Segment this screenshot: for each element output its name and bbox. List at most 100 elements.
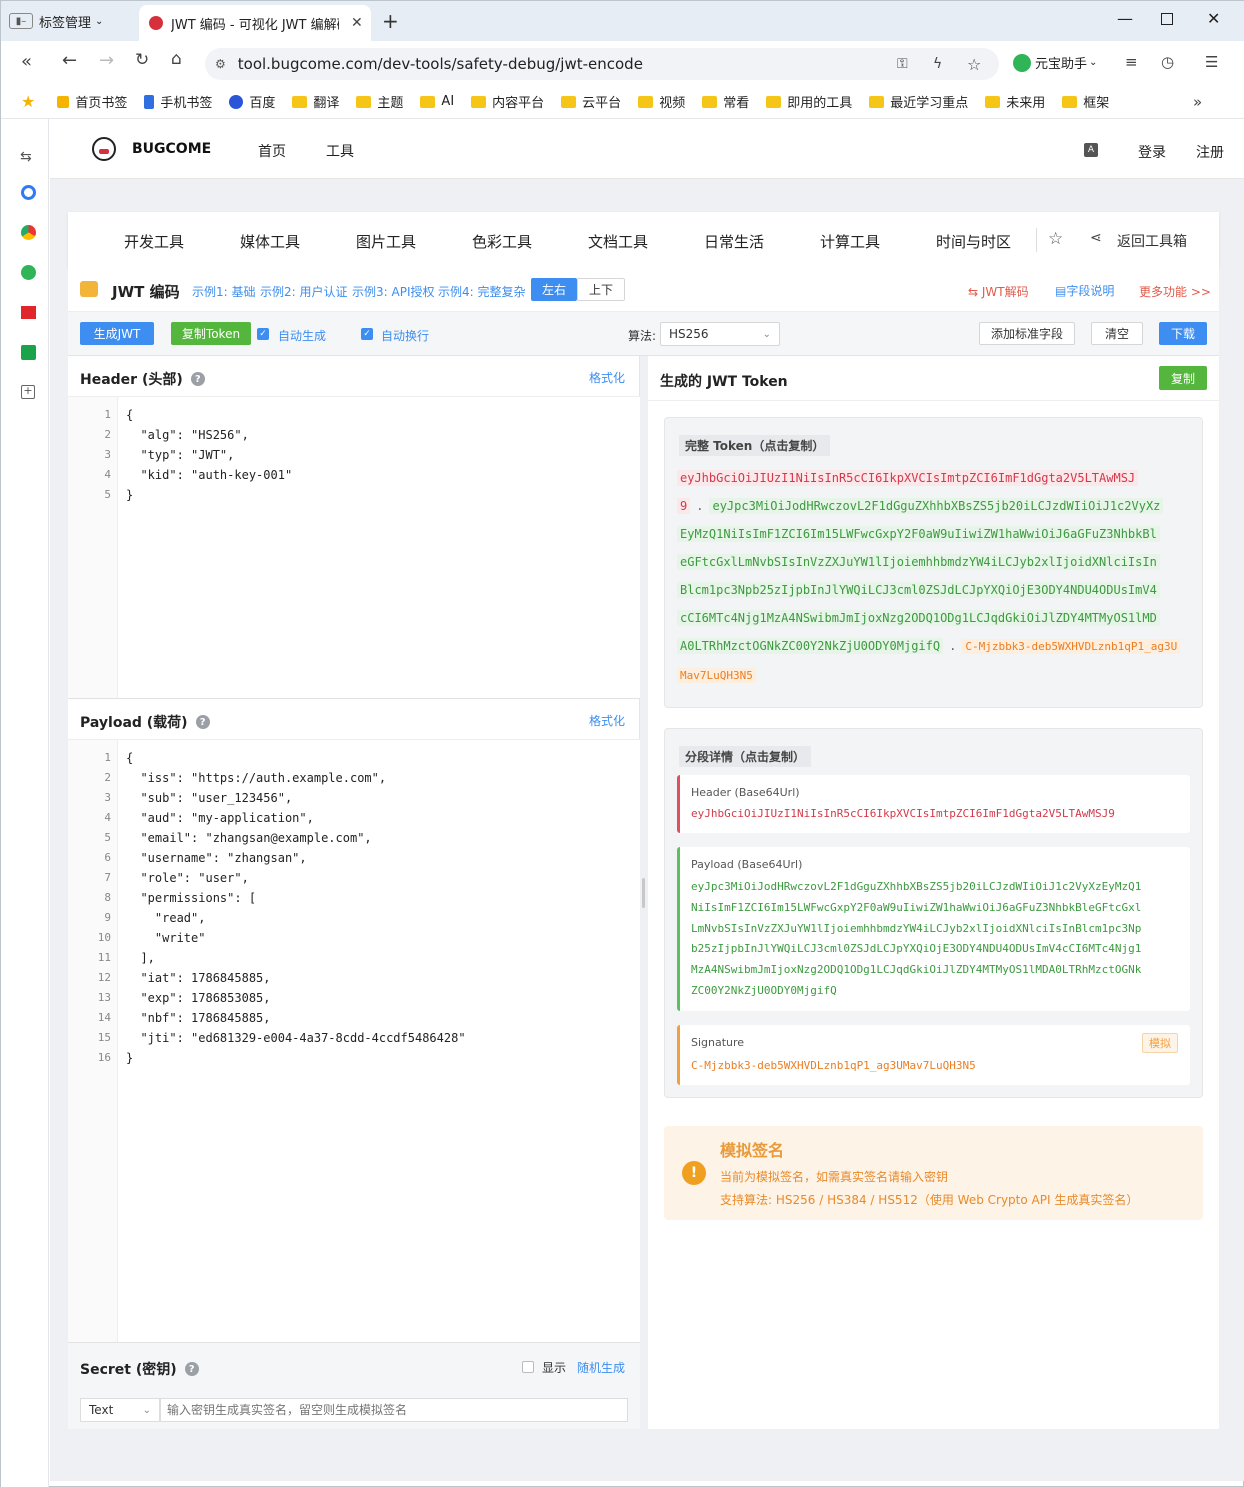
bookmark-item[interactable]: 翻译 <box>292 92 339 111</box>
example-2[interactable]: 示例2: 用户认证 <box>260 283 348 300</box>
bookmark-item[interactable]: 云平台 <box>561 92 621 111</box>
layout-top-bottom-button[interactable]: 上下 <box>577 278 625 301</box>
download-button[interactable]: 下载 <box>1159 322 1207 345</box>
category-tab[interactable]: 时间与时区 <box>936 231 1011 252</box>
show-secret-checkbox[interactable] <box>522 1361 534 1373</box>
bookmark-item[interactable]: 即用的工具 <box>766 92 852 111</box>
chat-app-icon[interactable] <box>21 265 36 280</box>
password-key-icon[interactable]: ⚿ <box>897 56 908 72</box>
category-tab[interactable]: 日常生活 <box>704 231 764 252</box>
favorites-star-icon[interactable]: ★ <box>21 92 35 111</box>
add-standard-fields-button[interactable]: 添加标准字段 <box>979 322 1075 345</box>
segment-signature[interactable]: Signature 模拟 C-Mjzbbk3-deb5WXHVDLznb1qP1… <box>677 1025 1190 1085</box>
close-tab-icon[interactable]: ✕ <box>351 15 363 31</box>
generate-jwt-button[interactable]: 生成JWT <box>80 322 154 345</box>
login-link[interactable]: 登录 <box>1138 142 1166 162</box>
token-signature-part[interactable]: C-Mjzbbk3-deb5WXHVDLznb1qP1_ag3U <box>962 639 1181 654</box>
token-signature-part[interactable]: Mav7LuQH3N5 <box>677 668 756 683</box>
copy-result-button[interactable]: 复制 <box>1159 366 1207 390</box>
assistant-button[interactable]: 元宝助手 ⌄ <box>1013 53 1097 72</box>
reload-icon[interactable]: ↻ <box>135 50 149 70</box>
reading-list-icon[interactable]: ≡ <box>1125 53 1138 71</box>
header-format-link[interactable]: 格式化 <box>589 369 625 386</box>
bookmark-item[interactable]: 常看 <box>702 92 749 111</box>
bookmark-item[interactable]: 框架 <box>1062 92 1109 111</box>
favorite-star-icon[interactable]: ☆ <box>1048 229 1063 249</box>
bookmarks-overflow-icon[interactable]: » <box>1193 93 1202 111</box>
category-tab[interactable]: 色彩工具 <box>472 231 532 252</box>
show-secret-label[interactable]: 显示 <box>542 1359 566 1376</box>
back-icon[interactable]: ← <box>62 50 77 71</box>
copy-token-button[interactable]: 复制Token <box>171 322 251 345</box>
translate-icon[interactable]: A <box>1084 143 1098 157</box>
field-help-link[interactable]: ▤字段说明 <box>1055 282 1114 299</box>
search-app-icon[interactable] <box>21 185 36 200</box>
segment-signature-value[interactable]: C-Mjzbbk3-deb5WXHVDLznb1qP1_ag3UMav7LuQH… <box>691 1059 976 1072</box>
segment-header[interactable]: Header (Base64Url) eyJhbGciOiJIUzI1NiIsI… <box>677 775 1190 833</box>
help-icon[interactable]: ? <box>184 1362 199 1376</box>
example-1[interactable]: 示例1: 基础 <box>192 283 256 300</box>
back-to-toolbox[interactable]: 返回工具箱 <box>1117 231 1187 251</box>
clear-button[interactable]: 清空 <box>1091 322 1143 345</box>
full-token-box[interactable]: 完整 Token（点击复制） eyJhbGciOiJIUzI1NiIsInR5c… <box>664 417 1203 708</box>
menu-icon[interactable]: ☰ <box>1205 53 1218 71</box>
category-tab[interactable]: 计算工具 <box>820 231 880 252</box>
example-4[interactable]: 示例4: 完整复杂 <box>438 283 526 300</box>
payload-format-link[interactable]: 格式化 <box>589 712 625 729</box>
random-secret-link[interactable]: 随机生成 <box>577 1359 625 1376</box>
more-features-link[interactable]: 更多功能 >> <box>1139 283 1211 300</box>
site-info-icon[interactable]: ⚙ <box>215 57 226 71</box>
bookmark-item[interactable]: 未来用 <box>985 92 1045 111</box>
bookmark-item[interactable]: 视频 <box>638 92 685 111</box>
nav-tools[interactable]: 工具 <box>326 141 354 161</box>
address-bar[interactable]: ⚙ tool.bugcome.com/dev-tools/safety-debu… <box>205 48 999 80</box>
site-logo[interactable]: BUGCOME <box>92 137 211 161</box>
header-editor[interactable]: 1 2 3 4 5 { "alg": "HS256", "typ": "JWT", "k… <box>68 396 640 699</box>
history-icon[interactable]: ◷ <box>1161 53 1174 71</box>
tab-active[interactable]: JWT 编码 - 可视化 JWT 编解码 ✕ <box>139 5 371 41</box>
add-app-icon[interactable]: + <box>21 385 35 399</box>
category-tab[interactable]: 图片工具 <box>356 231 416 252</box>
help-icon[interactable]: ? <box>195 715 210 729</box>
secret-type-select[interactable]: Text ⌄ <box>80 1398 160 1422</box>
forward-icon[interactable]: → <box>99 50 114 71</box>
bookmark-item[interactable]: 内容平台 <box>471 92 544 111</box>
auto-generate-checkbox[interactable]: ✓ <box>257 328 269 340</box>
new-tab-icon[interactable]: + <box>382 9 399 33</box>
category-tab[interactable]: 文档工具 <box>588 231 648 252</box>
token-payload-part[interactable]: eGFtcGxlLmNvbSIsInVzZXJuYW1lIjoiemhhbmdz… <box>677 554 1160 570</box>
panel-resize-handle[interactable] <box>642 878 645 908</box>
bookmark-item[interactable]: 最近学习重点 <box>869 92 968 111</box>
token-payload-part[interactable]: cCI6MTc4Njg1MzA4NSwibmJmIjoxNzg2ODQ1ODg1… <box>677 610 1160 626</box>
close-window-icon[interactable]: ✕ <box>1207 9 1220 28</box>
full-token-text[interactable]: eyJhbGciOiJIUzI1NiIsInR5cCI6IkpXVCIsImtp… <box>677 464 1197 690</box>
maximize-icon[interactable] <box>1161 13 1173 25</box>
segment-payload-value[interactable]: eyJpc3MiOiJodHRwczovL2F1dGguZXhhbXBsZS5j… <box>691 877 1141 1002</box>
bookmark-item[interactable]: AI <box>420 94 454 109</box>
layout-left-right-button[interactable]: 左右 <box>531 278 577 301</box>
payload-code[interactable]: { "iss": "https://auth.example.com", "su… <box>126 748 466 1068</box>
swap-icon[interactable]: ⇆ <box>20 149 32 165</box>
payload-editor[interactable]: 1 2 3 4 5 6 7 8 9 10 11 12 13 14 15 16 { "iss": "https:… <box>68 739 640 1343</box>
token-header-part[interactable]: 9 <box>677 498 691 514</box>
help-icon[interactable]: ? <box>190 372 205 386</box>
news-app-icon[interactable] <box>21 306 36 319</box>
nav-home[interactable]: 首页 <box>258 141 286 161</box>
bookmark-item[interactable]: 主题 <box>356 92 403 111</box>
browser-app-icon[interactable] <box>21 225 36 240</box>
token-payload-part[interactable]: A0LTRhMzctOGNkZC00Y2NkZjU0ODY0MjgifQ <box>677 638 944 654</box>
bookmark-item[interactable]: 手机书签 <box>144 92 212 111</box>
bookmark-item[interactable]: 百度 <box>229 92 275 111</box>
secret-input[interactable] <box>160 1398 628 1422</box>
token-payload-part[interactable]: EyMzQ1NiIsImF1ZCI6Im15LWFwcGxpY2F0aW9uIi… <box>677 526 1160 542</box>
auto-generate-label[interactable]: 自动生成 <box>278 327 326 344</box>
token-header-part[interactable]: eyJhbGciOiJIUzI1NiIsInR5cCI6IkpXVCIsImtp… <box>677 470 1139 486</box>
category-tab[interactable]: 开发工具 <box>124 231 184 252</box>
token-payload-part[interactable]: Blcm1pc3Npb25zIjpbInJlYWQiLCJ3cml0ZSJdLC… <box>677 582 1160 598</box>
home-icon[interactable]: ⌂ <box>171 49 182 69</box>
sidebar-collapse-icon[interactable]: « <box>21 51 32 72</box>
algo-select[interactable]: HS256 ⌄ <box>660 322 780 346</box>
jwt-decode-link[interactable]: ⇆ JWT解码 <box>968 283 1029 300</box>
token-payload-part[interactable]: eyJpc3MiOiJodHRwczovL2F1dGguZXhhbXBsZS5j… <box>709 498 1164 514</box>
lightning-icon[interactable]: ϟ <box>933 56 942 72</box>
